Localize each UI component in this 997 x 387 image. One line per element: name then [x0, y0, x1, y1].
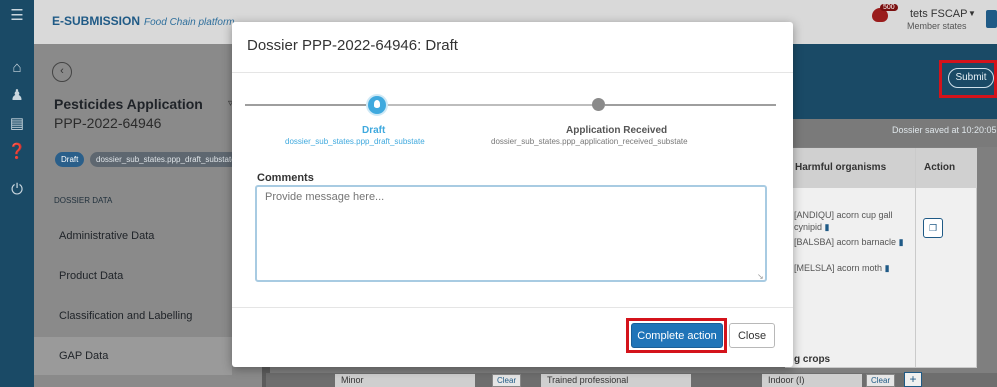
menu-icon[interactable]: ☰: [0, 6, 34, 26]
user-name[interactable]: tets FSCAP: [910, 8, 967, 20]
organism-label: [MELSLA] acorn moth: [794, 263, 883, 273]
close-button[interactable]: Close: [729, 323, 775, 348]
state-badge: Draft: [55, 152, 85, 167]
modal-title: Dossier PPP-2022-64946: Draft: [247, 37, 458, 54]
crops-label: g crops: [794, 354, 831, 365]
substate-badge: dossier_sub_states.ppp_draft_substate: [90, 152, 242, 167]
use-field[interactable]: Minor: [335, 374, 475, 387]
progress-track: [245, 104, 377, 106]
section-header: DOSSIER DATA: [54, 196, 113, 205]
chevron-down-icon[interactable]: ▼: [968, 9, 976, 18]
application-title: Pesticides Application: [54, 96, 203, 112]
clipboard-icon[interactable]: ▤: [0, 114, 34, 134]
nav-rail: ☰ ⌂ ♟ ▤ ❓ ⏻: [0, 0, 34, 387]
brand-name: E-SUBMISSION: [52, 14, 141, 28]
divider: [232, 72, 793, 73]
comments-label: Comments: [257, 172, 314, 184]
organism-label: [ANDIQU] acorn cup gall cynipid: [794, 210, 893, 232]
divider: [232, 307, 793, 308]
application-code: PPP-2022-64946: [54, 115, 162, 131]
home-icon[interactable]: ⌂: [0, 58, 34, 78]
comments-input[interactable]: [255, 185, 767, 282]
table-row: [ANDIQU] acorn cup gall cynipid ▮: [794, 209, 914, 233]
step-sublabel: dossier_sub_states.ppp_draft_substate: [285, 137, 425, 146]
organism-label: [BALSBA] acorn barnacle: [794, 237, 897, 247]
trash-icon[interactable]: ▮: [885, 263, 890, 273]
copy-icon[interactable]: ❐: [923, 218, 943, 238]
sidebar-item-classification-labelling[interactable]: Classification and Labelling: [34, 297, 232, 335]
clear-button[interactable]: Clear: [866, 374, 896, 387]
saved-status: Dossier saved at 10:20:05: [892, 125, 997, 135]
location-field[interactable]: Indoor (I): [762, 374, 862, 387]
complete-action-highlight: [626, 318, 727, 353]
column-header-harmful: Harmful organisms: [795, 162, 887, 173]
column-divider: [915, 148, 916, 368]
notification-badge: 500: [880, 4, 898, 11]
sidebar-item-gap-data[interactable]: GAP Data: [34, 337, 232, 375]
table-row: [MELSLA] acorn moth ▮: [794, 262, 914, 274]
table-row: [BALSBA] acorn barnacle ▮: [794, 236, 914, 248]
help-icon[interactable]: ❓: [0, 142, 34, 162]
users-icon[interactable]: ♟: [0, 86, 34, 106]
trash-icon[interactable]: ▮: [899, 237, 904, 247]
clear-button[interactable]: Clear: [492, 374, 522, 387]
user-type-field[interactable]: Trained professional: [541, 374, 691, 387]
step-sublabel: dossier_sub_states.ppp_application_recei…: [491, 137, 688, 146]
back-icon[interactable]: ‹: [52, 62, 72, 82]
resize-handle-icon[interactable]: ↘: [757, 272, 764, 281]
location-pin-icon: [374, 100, 380, 108]
user-role: Member states: [907, 21, 967, 31]
submit-highlight: [939, 60, 997, 98]
sidebar-item-product-data[interactable]: Product Data: [34, 257, 232, 295]
column-header-action: Action: [924, 162, 956, 173]
step-received-marker[interactable]: [592, 98, 605, 111]
export-icon[interactable]: [986, 10, 997, 28]
step-label: Application Received: [566, 125, 668, 136]
progress-track: [385, 104, 593, 106]
brand[interactable]: E-SUBMISSION Food Chain platform: [52, 14, 235, 28]
brand-subtitle: Food Chain platform: [144, 17, 235, 28]
trash-icon[interactable]: ▮: [825, 222, 830, 232]
power-icon[interactable]: ⏻: [0, 180, 34, 200]
sidebar-item-administrative-data[interactable]: Administrative Data: [34, 217, 232, 255]
step-label: Draft: [362, 125, 386, 136]
add-button[interactable]: +: [904, 372, 922, 387]
progress-track: [605, 104, 776, 106]
